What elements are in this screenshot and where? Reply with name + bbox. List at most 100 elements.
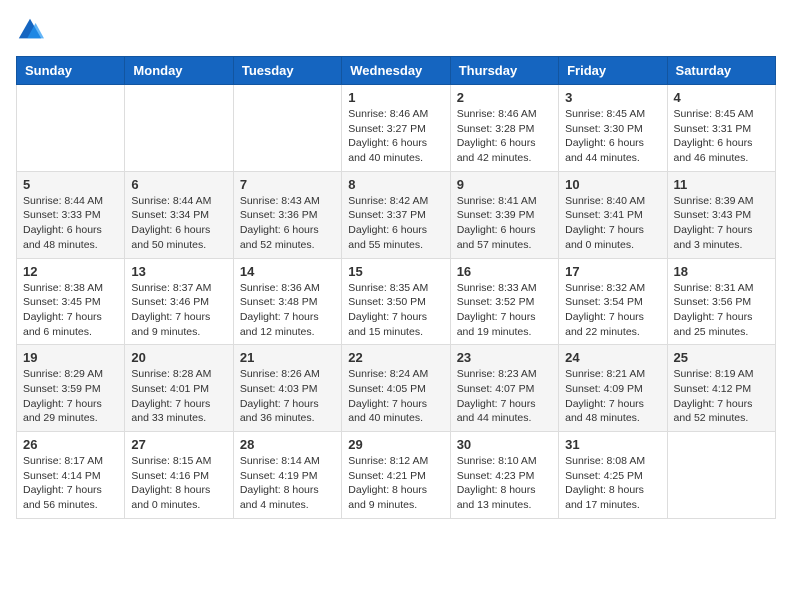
calendar-cell: 23Sunrise: 8:23 AM Sunset: 4:07 PM Dayli… (450, 345, 558, 432)
day-number: 21 (240, 350, 335, 365)
calendar-cell: 2Sunrise: 8:46 AM Sunset: 3:28 PM Daylig… (450, 85, 558, 172)
day-number: 28 (240, 437, 335, 452)
day-info: Sunrise: 8:10 AM Sunset: 4:23 PM Dayligh… (457, 454, 552, 513)
calendar-cell: 20 Sunrise: 8:28 AM Sunset: 4:01 PM Dayli… (125, 345, 233, 432)
logo (16, 16, 48, 44)
calendar-header-row: SundayMondayTuesdayWednesdayThursdayFrid… (17, 57, 776, 85)
day-number: 6 (131, 177, 226, 192)
day-header: Saturday (667, 57, 775, 85)
day-info: Sunrise: 8:12 AM Sunset: 4:21 PM Dayligh… (348, 454, 443, 513)
day-info: Sunrise: 8:31 AM Sunset: 3:56 PM Dayligh… (674, 281, 769, 340)
day-number: 4 (674, 90, 769, 105)
calendar-cell: 7 Sunrise: 8:43 AM Sunset: 3:36 PM Daylig… (233, 171, 341, 258)
day-info: Sunrise: 8:40 AM Sunset: 3:41 PM Dayligh… (565, 194, 660, 253)
page-header (16, 16, 776, 44)
calendar-cell: 9Sunrise: 8:41 AM Sunset: 3:39 PM Daylig… (450, 171, 558, 258)
calendar-cell: 28Sunrise: 8:14 AM Sunset: 4:19 PM Dayli… (233, 432, 341, 519)
day-number: 7 (240, 177, 335, 192)
calendar-cell: 30 Sunrise: 8:10 AM Sunset: 4:23 PM Dayli… (450, 432, 558, 519)
day-number: 24 (565, 350, 660, 365)
day-info: Sunrise: 8:23 AM Sunset: 4:07 PM Dayligh… (457, 367, 552, 426)
day-number: 12 (23, 264, 118, 279)
day-info: Sunrise: 8:21 AM Sunset: 4:09 PM Dayligh… (565, 367, 660, 426)
day-number: 8 (348, 177, 443, 192)
day-number: 22 (348, 350, 443, 365)
day-info: Sunrise: 8:41 AM Sunset: 3:39 PM Dayligh… (457, 194, 552, 253)
day-info: Sunrise: 8:44 AM Sunset: 3:34 PM Dayligh… (131, 194, 226, 253)
day-number: 25 (674, 350, 769, 365)
calendar-cell: 11 Sunrise: 8:39 AM Sunset: 3:43 PM Dayli… (667, 171, 775, 258)
calendar-week-row: 12 Sunrise: 8:38 AM Sunset: 3:45 PM Dayli… (17, 258, 776, 345)
calendar-cell: 12 Sunrise: 8:38 AM Sunset: 3:45 PM Dayli… (17, 258, 125, 345)
day-info: Sunrise: 8:15 AM Sunset: 4:16 PM Dayligh… (131, 454, 226, 513)
calendar-cell: 22 Sunrise: 8:24 AM Sunset: 4:05 PM Dayli… (342, 345, 450, 432)
day-header: Sunday (17, 57, 125, 85)
calendar-cell: 24 Sunrise: 8:21 AM Sunset: 4:09 PM Dayli… (559, 345, 667, 432)
day-number: 18 (674, 264, 769, 279)
calendar-cell: 16 Sunrise: 8:33 AM Sunset: 3:52 PM Dayli… (450, 258, 558, 345)
day-header: Monday (125, 57, 233, 85)
logo-icon (16, 16, 44, 44)
day-info: Sunrise: 8:24 AM Sunset: 4:05 PM Dayligh… (348, 367, 443, 426)
calendar-cell (233, 85, 341, 172)
calendar-week-row: 1 Sunrise: 8:46 AM Sunset: 3:27 PM Daylig… (17, 85, 776, 172)
day-info: Sunrise: 8:29 AM Sunset: 3:59 PM Dayligh… (23, 367, 118, 426)
day-number: 19 (23, 350, 118, 365)
calendar-cell (125, 85, 233, 172)
day-number: 16 (457, 264, 552, 279)
day-number: 3 (565, 90, 660, 105)
calendar-cell (667, 432, 775, 519)
calendar-cell: 8Sunrise: 8:42 AM Sunset: 3:37 PM Daylig… (342, 171, 450, 258)
calendar-cell: 6 Sunrise: 8:44 AM Sunset: 3:34 PM Daylig… (125, 171, 233, 258)
calendar-cell: 10Sunrise: 8:40 AM Sunset: 3:41 PM Dayli… (559, 171, 667, 258)
calendar-cell (17, 85, 125, 172)
day-number: 29 (348, 437, 443, 452)
calendar-cell: 13Sunrise: 8:37 AM Sunset: 3:46 PM Dayli… (125, 258, 233, 345)
day-info: Sunrise: 8:36 AM Sunset: 3:48 PM Dayligh… (240, 281, 335, 340)
calendar-cell: 29 Sunrise: 8:12 AM Sunset: 4:21 PM Dayli… (342, 432, 450, 519)
day-header: Tuesday (233, 57, 341, 85)
day-header: Thursday (450, 57, 558, 85)
day-number: 27 (131, 437, 226, 452)
calendar-cell: 19 Sunrise: 8:29 AM Sunset: 3:59 PM Dayli… (17, 345, 125, 432)
calendar-cell: 15 Sunrise: 8:35 AM Sunset: 3:50 PM Dayli… (342, 258, 450, 345)
day-number: 2 (457, 90, 552, 105)
day-number: 11 (674, 177, 769, 192)
day-info: Sunrise: 8:43 AM Sunset: 3:36 PM Dayligh… (240, 194, 335, 253)
calendar-week-row: 5Sunrise: 8:44 AM Sunset: 3:33 PM Daylig… (17, 171, 776, 258)
day-number: 14 (240, 264, 335, 279)
day-number: 30 (457, 437, 552, 452)
calendar-week-row: 26 Sunrise: 8:17 AM Sunset: 4:14 PM Dayli… (17, 432, 776, 519)
day-number: 26 (23, 437, 118, 452)
day-info: Sunrise: 8:44 AM Sunset: 3:33 PM Dayligh… (23, 194, 118, 253)
day-info: Sunrise: 8:17 AM Sunset: 4:14 PM Dayligh… (23, 454, 118, 513)
calendar-cell: 21 Sunrise: 8:26 AM Sunset: 4:03 PM Dayli… (233, 345, 341, 432)
calendar-cell: 25 Sunrise: 8:19 AM Sunset: 4:12 PM Dayli… (667, 345, 775, 432)
day-info: Sunrise: 8:46 AM Sunset: 3:27 PM Dayligh… (348, 107, 443, 166)
calendar-cell: 18 Sunrise: 8:31 AM Sunset: 3:56 PM Dayli… (667, 258, 775, 345)
day-info: Sunrise: 8:19 AM Sunset: 4:12 PM Dayligh… (674, 367, 769, 426)
calendar-cell: 1 Sunrise: 8:46 AM Sunset: 3:27 PM Daylig… (342, 85, 450, 172)
day-info: Sunrise: 8:38 AM Sunset: 3:45 PM Dayligh… (23, 281, 118, 340)
calendar-cell: 17Sunrise: 8:32 AM Sunset: 3:54 PM Dayli… (559, 258, 667, 345)
calendar-cell: 3 Sunrise: 8:45 AM Sunset: 3:30 PM Daylig… (559, 85, 667, 172)
calendar-week-row: 19 Sunrise: 8:29 AM Sunset: 3:59 PM Dayli… (17, 345, 776, 432)
day-info: Sunrise: 8:45 AM Sunset: 3:31 PM Dayligh… (674, 107, 769, 166)
day-info: Sunrise: 8:28 AM Sunset: 4:01 PM Dayligh… (131, 367, 226, 426)
day-info: Sunrise: 8:35 AM Sunset: 3:50 PM Dayligh… (348, 281, 443, 340)
calendar-cell: 26 Sunrise: 8:17 AM Sunset: 4:14 PM Dayli… (17, 432, 125, 519)
day-number: 17 (565, 264, 660, 279)
calendar-cell: 4 Sunrise: 8:45 AM Sunset: 3:31 PM Daylig… (667, 85, 775, 172)
day-number: 15 (348, 264, 443, 279)
day-info: Sunrise: 8:37 AM Sunset: 3:46 PM Dayligh… (131, 281, 226, 340)
day-info: Sunrise: 8:08 AM Sunset: 4:25 PM Dayligh… (565, 454, 660, 513)
calendar-table: SundayMondayTuesdayWednesdayThursdayFrid… (16, 56, 776, 519)
day-number: 31 (565, 437, 660, 452)
day-number: 20 (131, 350, 226, 365)
day-number: 1 (348, 90, 443, 105)
day-info: Sunrise: 8:33 AM Sunset: 3:52 PM Dayligh… (457, 281, 552, 340)
day-info: Sunrise: 8:26 AM Sunset: 4:03 PM Dayligh… (240, 367, 335, 426)
day-info: Sunrise: 8:39 AM Sunset: 3:43 PM Dayligh… (674, 194, 769, 253)
day-info: Sunrise: 8:45 AM Sunset: 3:30 PM Dayligh… (565, 107, 660, 166)
day-header: Wednesday (342, 57, 450, 85)
